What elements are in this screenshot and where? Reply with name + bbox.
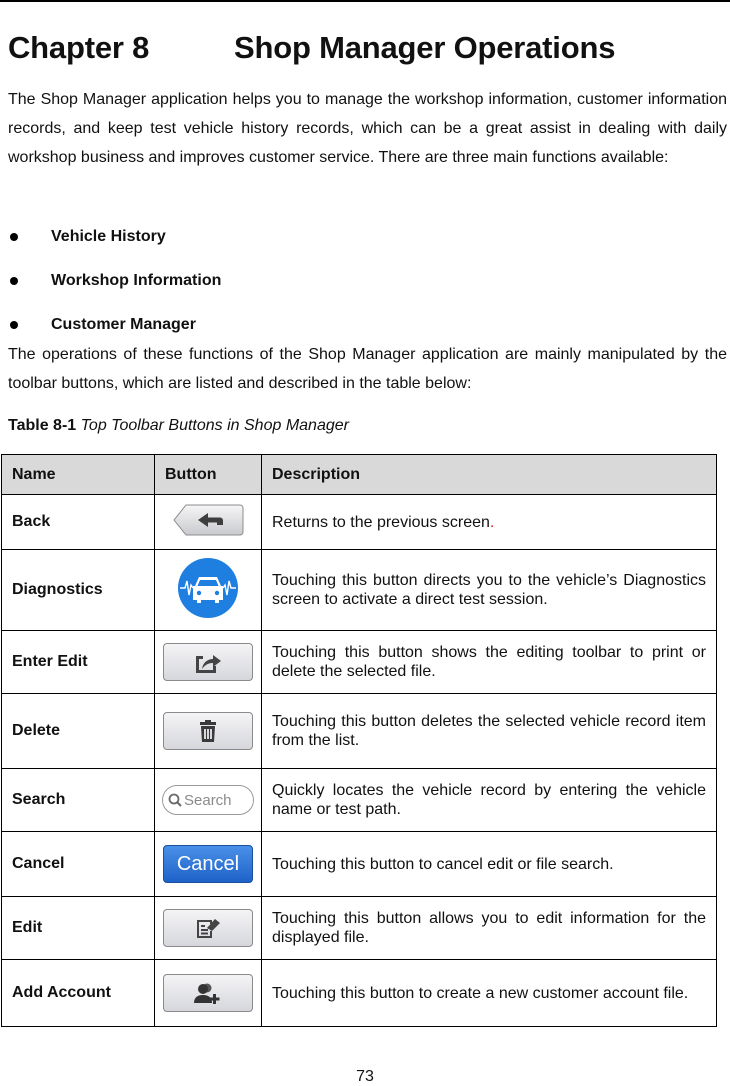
table-row: Search Search Quickly locates the vehicl… xyxy=(1,768,717,832)
diagnostics-button[interactable] xyxy=(177,557,239,619)
row-name: Cancel xyxy=(1,831,155,897)
table-row: Cancel Cancel Touching this button to ca… xyxy=(1,831,717,897)
header-button: Button xyxy=(154,454,262,495)
delete-button[interactable] xyxy=(163,712,253,750)
row-name: Add Account xyxy=(1,959,155,1027)
chapter-number: Chapter 8 xyxy=(8,30,150,65)
row-name: Delete xyxy=(1,693,155,769)
row-name: Diagnostics xyxy=(1,549,155,631)
back-arrow-icon xyxy=(173,504,244,535)
chapter-name: Shop Manager Operations xyxy=(234,30,616,65)
trash-icon xyxy=(200,720,216,742)
row-name: Search xyxy=(1,768,155,832)
row-description: Touching this button to cancel edit or f… xyxy=(261,831,717,897)
function-label: Vehicle History xyxy=(51,228,166,245)
function-item: Vehicle History xyxy=(8,215,221,259)
table-row: Enter Edit Touching this button shows th… xyxy=(1,630,717,694)
row-description: Touching this button allows you to edit … xyxy=(261,896,717,960)
toolbar-buttons-table: Name Button Description Back Returns to … xyxy=(1,454,717,1027)
edit-document-icon xyxy=(197,919,220,938)
top-rule xyxy=(0,0,730,2)
page-number: 73 xyxy=(356,1068,374,1085)
row-description: Quickly locates the vehicle record by en… xyxy=(261,768,717,832)
row-name: Edit xyxy=(1,896,155,960)
search-button-label: Search xyxy=(184,791,232,809)
function-label: Customer Manager xyxy=(51,316,196,333)
function-list: Vehicle History Workshop Information Cus… xyxy=(8,215,221,347)
table-row: Add Account Touching this button to crea… xyxy=(1,959,717,1027)
function-label: Workshop Information xyxy=(51,272,222,289)
table-header-row: Name Button Description xyxy=(1,454,717,495)
table-row: Diagnostics Touching this button directs… xyxy=(1,549,717,631)
row-description: Touching this button directs you to the … xyxy=(261,549,717,631)
table-row: Back Returns to the previous screen. xyxy=(1,494,717,550)
add-account-button[interactable] xyxy=(163,974,253,1012)
row-name: Enter Edit xyxy=(1,630,155,694)
edit-button[interactable] xyxy=(163,909,253,947)
red-period: . xyxy=(489,513,495,531)
table-caption-text: Top Toolbar Buttons in Shop Manager xyxy=(80,417,349,434)
table-row: Edit Touching this button allows you to … xyxy=(1,896,717,960)
car-diagnostics-icon xyxy=(178,557,238,618)
row-description: Touching this button shows the editing t… xyxy=(261,630,717,694)
search-button[interactable]: Search xyxy=(162,785,254,815)
table-caption-label: Table 8-1 xyxy=(8,417,77,434)
search-icon xyxy=(168,793,182,807)
header-name: Name xyxy=(1,454,155,495)
chapter-title: Chapter 8 Shop Manager Operations xyxy=(8,30,615,66)
cancel-button[interactable]: Cancel xyxy=(163,845,253,883)
enter-edit-button[interactable] xyxy=(163,643,253,681)
table-caption: Table 8-1 Top Toolbar Buttons in Shop Ma… xyxy=(8,417,349,435)
outro-paragraph: The operations of these functions of the… xyxy=(8,346,727,392)
bullet-icon xyxy=(10,233,18,241)
share-export-icon xyxy=(196,655,221,673)
back-button[interactable] xyxy=(172,504,244,536)
header-description: Description xyxy=(261,454,717,495)
row-description: Touching this button to create a new cus… xyxy=(261,959,717,1027)
row-name: Back xyxy=(1,494,155,550)
add-user-icon xyxy=(194,983,220,1004)
row-description: Returns to the previous screen xyxy=(272,513,490,531)
row-description: Touching this button deletes the selecte… xyxy=(261,693,717,769)
table-row: Delete Touching this button deletes the … xyxy=(1,693,717,769)
intro-paragraph: The Shop Manager application helps you t… xyxy=(8,91,727,166)
bullet-icon xyxy=(10,277,18,285)
function-item: Workshop Information xyxy=(8,259,221,303)
bullet-icon xyxy=(10,321,18,329)
